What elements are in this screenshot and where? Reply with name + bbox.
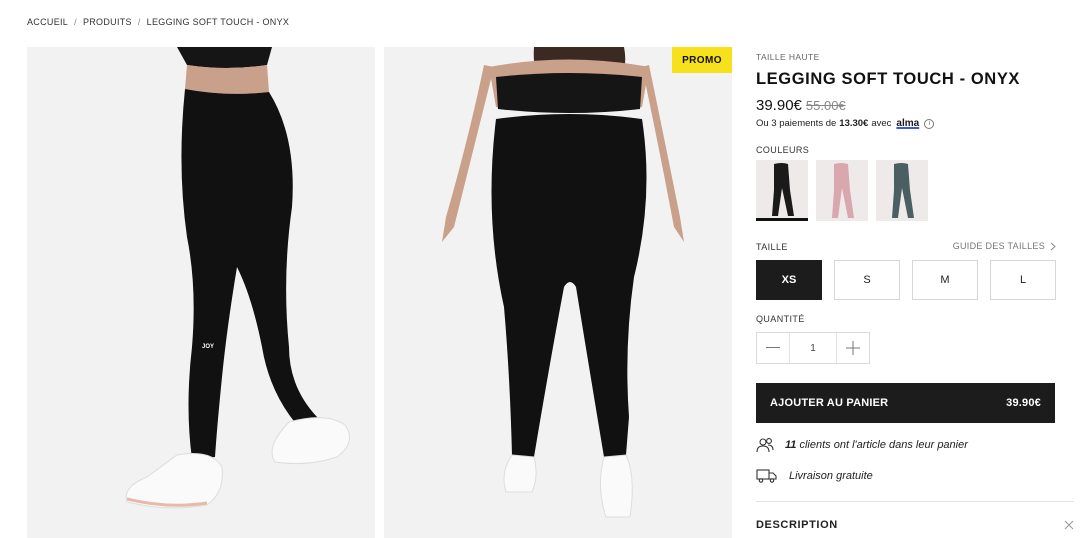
size-guide-link[interactable]: GUIDE DES TAILLES	[953, 241, 1056, 251]
decrease-quantity-button[interactable]	[757, 333, 789, 363]
alma-installments: Ou 3 paiements de 13.30€ avec alma i	[756, 118, 935, 129]
color-swatch-teal[interactable]	[876, 160, 928, 221]
breadcrumb-products[interactable]: PRODUITS	[83, 17, 132, 27]
cart-count: 11	[785, 439, 797, 451]
legging-side-photo: JOY	[27, 47, 375, 538]
size-option-l[interactable]: L	[990, 260, 1056, 300]
promo-badge: PROMO	[672, 47, 732, 73]
description-toggle[interactable]: DESCRIPTION	[756, 519, 1074, 531]
shipping-text: Livraison gratuite	[789, 470, 873, 482]
add-to-cart-price: 39.90€	[1006, 397, 1041, 409]
alma-mid: avec	[871, 118, 892, 129]
add-to-cart-label: AJOUTER AU PANIER	[770, 397, 889, 409]
alma-logo: alma	[896, 118, 920, 129]
breadcrumb-current: LEGGING SOFT TOUCH - ONYX	[146, 17, 290, 27]
product-subtitle: TAILLE HAUTE	[756, 52, 820, 62]
breadcrumb-separator: /	[74, 17, 77, 27]
colors-label: COULEURS	[756, 145, 810, 155]
close-icon	[1064, 520, 1074, 530]
size-option-s[interactable]: S	[834, 260, 900, 300]
color-swatches	[756, 160, 928, 221]
alma-amount: 13.30€	[839, 118, 869, 129]
breadcrumb-separator: /	[137, 17, 141, 27]
product-image-side[interactable]: JOY	[27, 47, 375, 538]
size-label: TAILLE	[756, 242, 788, 252]
cart-count-text: clients ont l'article dans leur panier	[799, 439, 968, 451]
old-price: 55.00€	[805, 98, 846, 113]
chevron-right-icon	[1050, 242, 1056, 250]
legging-back-photo	[384, 47, 732, 538]
breadcrumb: ACCUEIL / PRODUITS / LEGGING SOFT TOUCH …	[27, 17, 289, 27]
quantity-label: QUANTITÉ	[756, 314, 805, 324]
breadcrumb-home[interactable]: ACCUEIL	[27, 17, 68, 27]
current-price: 39.90€	[756, 97, 802, 114]
product-image-back[interactable]	[384, 47, 732, 538]
minus-icon	[766, 347, 780, 348]
add-to-cart-button[interactable]: AJOUTER AU PANIER 39.90€	[756, 383, 1055, 423]
product-title: LEGGING SOFT TOUCH - ONYX	[756, 70, 1021, 88]
size-guide-label: GUIDE DES TAILLES	[952, 241, 1045, 251]
color-swatch-pink[interactable]	[816, 160, 868, 221]
alma-prefix: Ou 3 paiements de	[756, 118, 837, 129]
legging-logo: JOY	[202, 344, 214, 350]
price-row: 39.90€ 55.00€	[756, 97, 846, 114]
users-icon	[756, 438, 774, 453]
divider	[756, 501, 1074, 502]
cart-count-info: 11 clients ont l'article dans leur panie…	[756, 437, 968, 453]
quantity-value[interactable]: 1	[789, 333, 837, 363]
color-swatch-onyx[interactable]	[756, 160, 808, 221]
shipping-info: Livraison gratuite	[756, 469, 873, 483]
increase-quantity-button[interactable]	[837, 333, 869, 363]
truck-icon	[756, 469, 777, 483]
size-options: XS S M L	[756, 260, 1056, 300]
info-icon[interactable]: i	[924, 118, 935, 129]
size-option-m[interactable]: M	[912, 260, 978, 300]
plus-icon	[846, 341, 860, 355]
size-option-xs[interactable]: XS	[756, 260, 822, 300]
quantity-stepper: 1	[756, 332, 870, 364]
description-label: DESCRIPTION	[756, 519, 838, 531]
